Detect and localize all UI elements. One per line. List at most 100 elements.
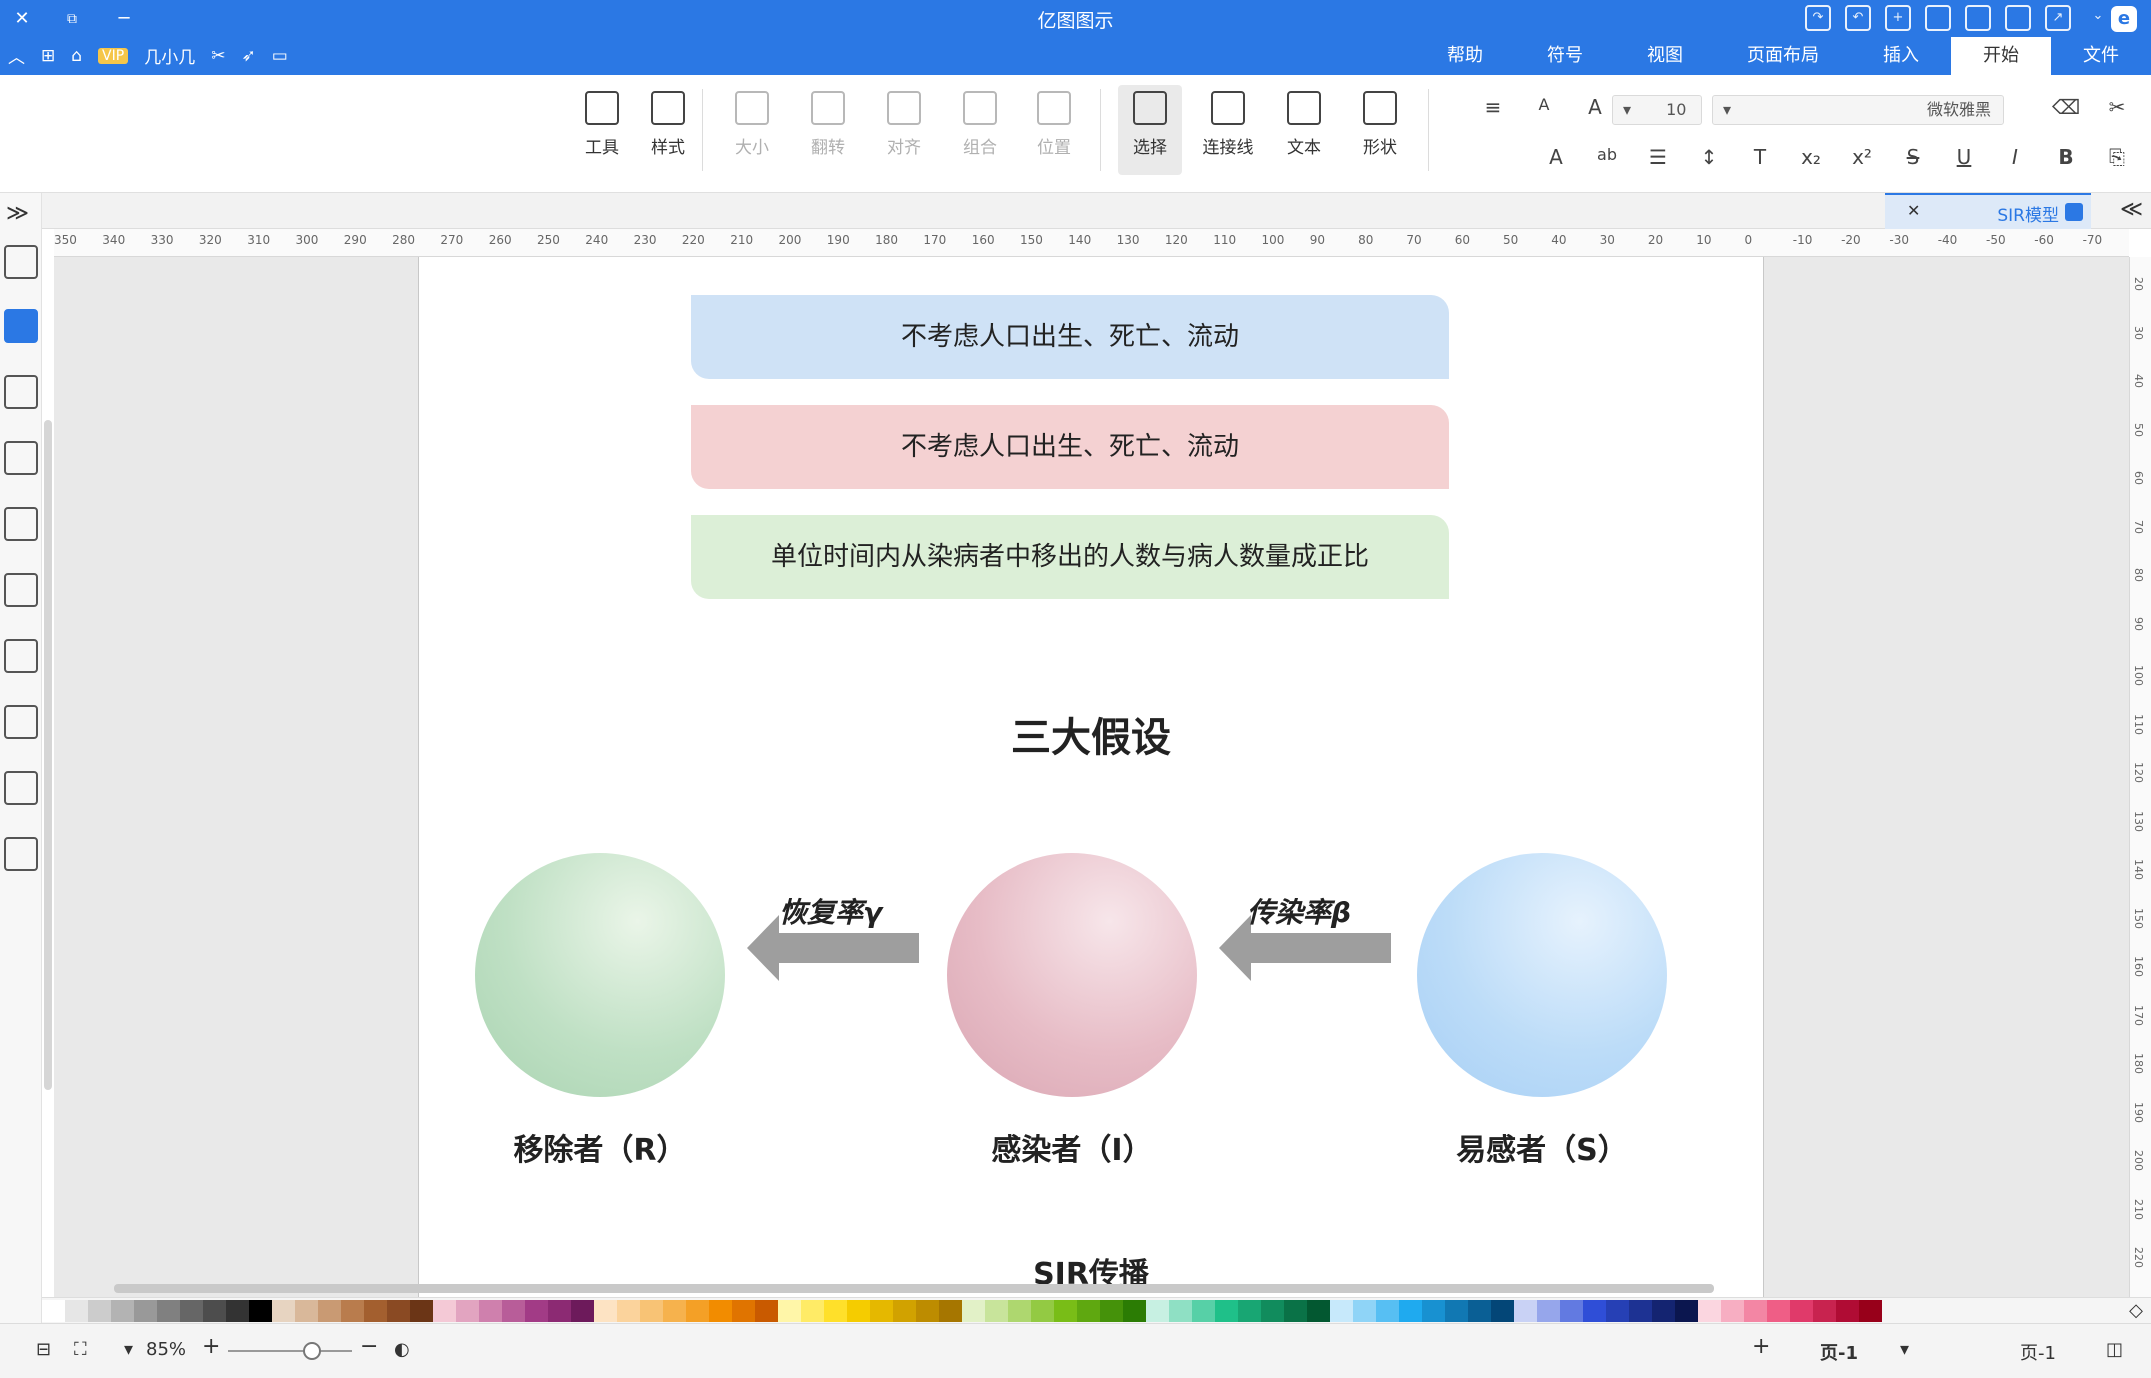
italic-icon[interactable]: I: [1999, 145, 2031, 169]
color-swatch[interactable]: [157, 1299, 180, 1322]
color-swatch[interactable]: [732, 1299, 755, 1322]
vip-badge[interactable]: VIP: [98, 47, 129, 64]
color-swatch[interactable]: [1330, 1299, 1353, 1322]
color-swatch[interactable]: [1215, 1299, 1238, 1322]
vertical-scrollbar[interactable]: [44, 420, 52, 1090]
collapse-panel-icon[interactable]: ≪: [2120, 197, 2143, 222]
subscript-icon[interactable]: x₂: [1795, 145, 1827, 169]
list-icon[interactable]: ☰: [1642, 145, 1674, 169]
susceptible-circle[interactable]: [1417, 853, 1667, 1097]
expand-icon[interactable]: [4, 837, 38, 871]
horizontal-scrollbar[interactable]: [114, 1284, 1714, 1293]
color-swatch[interactable]: [1629, 1299, 1652, 1322]
tab-home[interactable]: 开始: [1951, 37, 2051, 75]
line-spacing-icon[interactable]: ↕: [1693, 145, 1725, 169]
document-tab[interactable]: ✕ SIR模型: [1885, 193, 2091, 229]
pointer-icon[interactable]: ➶: [241, 46, 255, 66]
quick-tools-label[interactable]: 几小几: [144, 43, 195, 68]
dropdown-icon[interactable]: ⌄: [2085, 5, 2111, 31]
color-swatch[interactable]: [479, 1299, 502, 1322]
color-swatch[interactable]: [1077, 1299, 1100, 1322]
tab-insert[interactable]: 插入: [1851, 37, 1951, 75]
text-button[interactable]: 文本: [1272, 85, 1336, 175]
strikethrough-icon[interactable]: S: [1897, 145, 1929, 169]
color-swatch[interactable]: [939, 1299, 962, 1322]
color-swatch[interactable]: [272, 1299, 295, 1322]
color-swatch[interactable]: [1813, 1299, 1836, 1322]
table-icon[interactable]: [4, 639, 38, 673]
select-button[interactable]: 选择: [1118, 85, 1182, 175]
page-icon[interactable]: [4, 507, 38, 541]
color-swatch[interactable]: [341, 1299, 364, 1322]
expand-panel-icon[interactable]: ≫: [6, 201, 29, 226]
color-swatch[interactable]: [203, 1299, 226, 1322]
color-swatch[interactable]: [778, 1299, 801, 1322]
color-swatch[interactable]: [1790, 1299, 1813, 1322]
redo-icon[interactable]: ↷: [1805, 5, 1831, 31]
color-swatch[interactable]: [111, 1299, 134, 1322]
highlight-icon[interactable]: ab: [1591, 145, 1623, 169]
assumption-box-2[interactable]: 不考虑人口出生、死亡、流动: [691, 405, 1449, 489]
size-button[interactable]: 大小: [720, 85, 784, 175]
color-swatch[interactable]: [755, 1299, 778, 1322]
tab-view[interactable]: 视图: [1615, 37, 1715, 75]
comment-icon[interactable]: ▭: [272, 46, 288, 66]
shirt-icon[interactable]: ⌂: [71, 46, 82, 66]
color-swatch[interactable]: [1859, 1299, 1882, 1322]
color-swatch[interactable]: [1675, 1299, 1698, 1322]
color-swatch[interactable]: [1537, 1299, 1560, 1322]
underline-icon[interactable]: U: [1948, 145, 1980, 169]
color-swatch[interactable]: [1583, 1299, 1606, 1322]
recovery-rate-label[interactable]: 恢复率γ: [779, 891, 882, 931]
color-swatch[interactable]: [1054, 1299, 1077, 1322]
diagram-heading[interactable]: 三大假设: [419, 705, 1763, 763]
font-color-icon[interactable]: A: [1540, 145, 1572, 169]
page-menu-icon[interactable]: ▾: [1900, 1339, 1909, 1360]
color-swatch[interactable]: [1491, 1299, 1514, 1322]
tab-help[interactable]: 帮助: [1415, 37, 1515, 75]
font-size-select[interactable]: ▾ 10: [1612, 95, 1702, 125]
susceptible-label[interactable]: 易感者（S）: [1417, 1125, 1667, 1169]
color-swatch[interactable]: [1238, 1299, 1261, 1322]
color-swatch[interactable]: [1422, 1299, 1445, 1322]
assumption-box-3[interactable]: 单位时间内从染病者中移出的人数与病人数量成正比: [691, 515, 1449, 599]
color-swatch[interactable]: [870, 1299, 893, 1322]
color-swatch[interactable]: [134, 1299, 157, 1322]
color-swatch[interactable]: [433, 1299, 456, 1322]
font-shrink-icon[interactable]: A: [1528, 95, 1560, 119]
color-swatch[interactable]: [249, 1299, 272, 1322]
outline-icon[interactable]: [4, 771, 38, 805]
transmission-rate-label[interactable]: 传染率β: [1247, 891, 1351, 931]
color-swatch[interactable]: [617, 1299, 640, 1322]
color-swatch[interactable]: [502, 1299, 525, 1322]
color-swatch[interactable]: [1560, 1299, 1583, 1322]
color-swatch[interactable]: [1698, 1299, 1721, 1322]
position-button[interactable]: 位置: [1022, 85, 1086, 175]
superscript-icon[interactable]: x²: [1846, 145, 1878, 169]
present-icon[interactable]: ◐: [394, 1339, 410, 1360]
infected-circle[interactable]: [947, 853, 1197, 1097]
color-swatch[interactable]: [1100, 1299, 1123, 1322]
tab-symbols[interactable]: 符号: [1515, 37, 1615, 75]
color-swatch[interactable]: [1744, 1299, 1767, 1322]
open-folder-icon[interactable]: [1925, 5, 1951, 31]
apps-icon[interactable]: ⊞: [41, 46, 55, 66]
tab-file[interactable]: 文件: [2051, 37, 2151, 75]
color-swatch[interactable]: [1606, 1299, 1629, 1322]
removed-circle[interactable]: [475, 853, 725, 1097]
color-swatch[interactable]: [1514, 1299, 1537, 1322]
export-icon[interactable]: ↗: [2045, 5, 2071, 31]
color-swatch[interactable]: [1376, 1299, 1399, 1322]
color-swatch[interactable]: [364, 1299, 387, 1322]
undo-icon[interactable]: ↶: [1845, 5, 1871, 31]
assumption-box-1[interactable]: 不考虑人口出生、死亡、流动: [691, 295, 1449, 379]
tools-button[interactable]: 工具: [570, 85, 634, 175]
color-swatch[interactable]: [1721, 1299, 1744, 1322]
page-tab[interactable]: 页-1: [1820, 1339, 1858, 1365]
align-button[interactable]: 对齐: [872, 85, 936, 175]
color-swatch[interactable]: [42, 1299, 65, 1322]
connector-button[interactable]: 连接线: [1196, 85, 1260, 175]
color-swatch[interactable]: [548, 1299, 571, 1322]
color-swatch[interactable]: [226, 1299, 249, 1322]
color-swatch[interactable]: [387, 1299, 410, 1322]
